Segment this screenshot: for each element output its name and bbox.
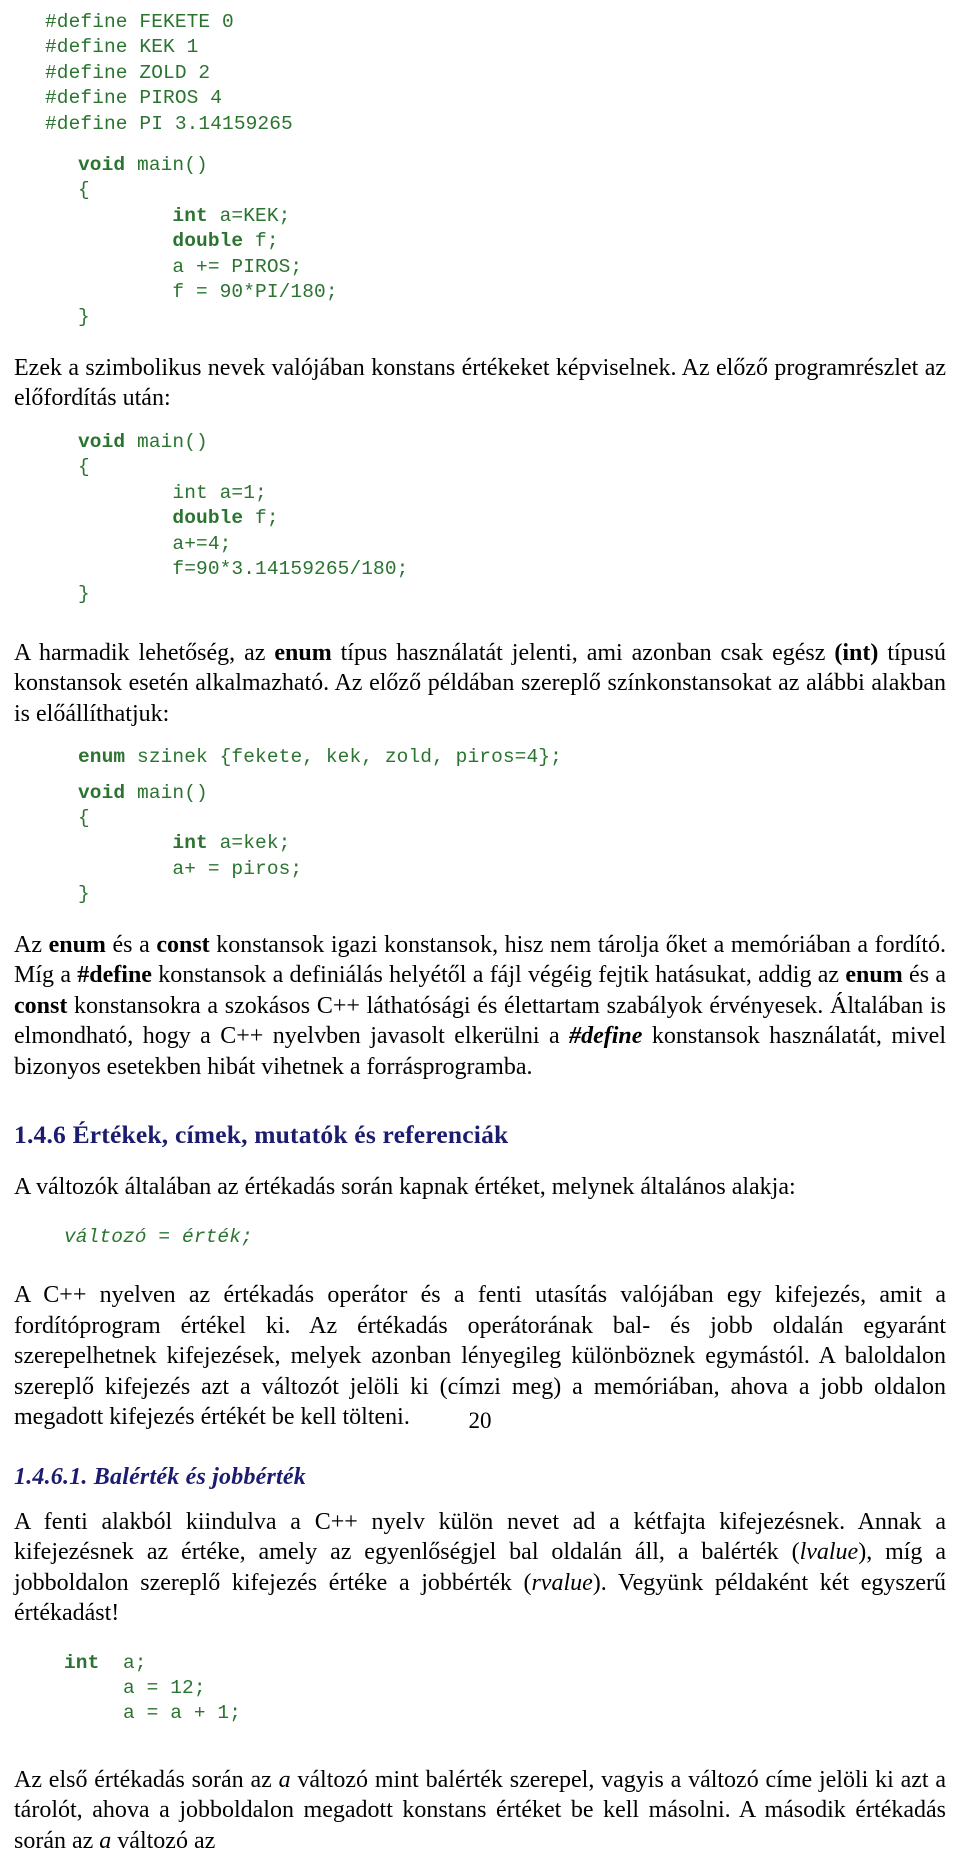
p2-bold-int: (int) bbox=[834, 639, 879, 666]
p7-part-1: Az első értékadás során az bbox=[14, 1766, 279, 1793]
paragraph-enum-intro: A harmadik lehetőség, az enum típus hasz… bbox=[14, 638, 946, 730]
spacer-top bbox=[14, 0, 946, 10]
keyword-void: void bbox=[78, 154, 126, 177]
code-define-line-1: #define FEKETE 0 bbox=[45, 11, 234, 33]
spacer-after-code-4 bbox=[14, 1250, 946, 1280]
p3-bolditalic-define: #define bbox=[569, 1023, 643, 1050]
paragraph-enum-const-define: Az enum és a const konstansok igazi kons… bbox=[14, 930, 946, 1083]
keyword-enum: enum bbox=[78, 746, 126, 769]
keyword-void-3: void bbox=[78, 781, 126, 804]
p7-italic-a-2: a bbox=[99, 1827, 112, 1854]
spacer-before-heading-1 bbox=[14, 1082, 946, 1120]
keyword-double: double bbox=[172, 230, 244, 253]
p3-bold-const-2: const bbox=[14, 992, 68, 1019]
page-content: #define FEKETE 0 #define KEK 1 #define Z… bbox=[14, 0, 946, 1856]
paragraph-assignment-intro: A változók általában az értékadás során … bbox=[14, 1174, 796, 1201]
spacer-after-heading-2 bbox=[14, 1491, 946, 1507]
p3-part-1: Az bbox=[14, 931, 49, 958]
spacer-after-heading-1 bbox=[14, 1150, 946, 1172]
p3-part-4: konstansok a definiálás helyétől a fájl … bbox=[151, 962, 846, 989]
code-block-lvalue-example: int a; a = 12; a = a + 1; bbox=[64, 1651, 242, 1725]
p2-bold-enum: enum bbox=[274, 639, 332, 666]
code-block-enum-decl: enum szinek {fekete, kek, zold, piros=4}… bbox=[78, 746, 562, 769]
spacer-after-code-2 bbox=[14, 608, 946, 638]
paragraph-symbolic-names: Ezek a szimbolikus nevek valójában konst… bbox=[14, 354, 946, 412]
code-block-assignment-form: változó = érték; bbox=[64, 1225, 253, 1248]
subsection-heading-1-4-6-1: 1.4.6.1. Balérték és jobbérték bbox=[14, 1463, 306, 1490]
code-define-line-5: #define PI 3.14159265 bbox=[45, 112, 293, 135]
keyword-double-2: double bbox=[172, 507, 244, 530]
section-heading-1-4-6: 1.4.6 Értékek, címek, mutatók és referen… bbox=[14, 1120, 509, 1150]
spacer-after-defines bbox=[14, 137, 946, 153]
p6-italic-rvalue: rvalue bbox=[531, 1569, 593, 1596]
p3-bold-define: #define bbox=[77, 962, 152, 989]
spacer-after-code-3 bbox=[14, 908, 946, 930]
paragraph-first-assignment: Az első értékadás során az a változó min… bbox=[14, 1765, 946, 1856]
code-block-main-2: void main() { int a=1; double f; a+=4; f… bbox=[78, 430, 409, 606]
keyword-int: int bbox=[172, 204, 208, 227]
p3-bold-const-1: const bbox=[156, 931, 210, 958]
spacer-before-heading-2 bbox=[14, 1433, 946, 1463]
spacer-before-code-2 bbox=[14, 414, 946, 430]
p7-part-3: változó az bbox=[111, 1827, 216, 1854]
spacer-before-code-4 bbox=[14, 1203, 946, 1225]
p2-part-1: A harmadik lehetőség, az bbox=[14, 639, 275, 666]
spacer-in-code-3 bbox=[14, 771, 946, 781]
p2-part-2: típus használatát jelenti, ami azonban c… bbox=[331, 639, 835, 666]
p7-italic-a-1: a bbox=[278, 1766, 291, 1793]
page-number: 20 bbox=[468, 1408, 492, 1433]
spacer-before-code-5 bbox=[14, 1629, 946, 1651]
keyword-void-2: void bbox=[78, 430, 126, 453]
p3-bold-enum-2: enum bbox=[845, 962, 903, 989]
code-block-main-1: void main() { int a=KEK; double f; a += … bbox=[78, 154, 338, 329]
spacer-before-code-3 bbox=[14, 729, 946, 745]
p3-part-5: és a bbox=[902, 962, 946, 989]
code-block-defines: #define FEKETE 0 #define KEK 1 #define Z… bbox=[14, 10, 946, 137]
keyword-int-3: int bbox=[172, 832, 208, 855]
document-page: #define FEKETE 0 #define KEK 1 #define Z… bbox=[0, 0, 960, 1854]
paragraph-lvalue-rvalue: A fenti alakból kiindulva a C++ nyelv kü… bbox=[14, 1507, 946, 1629]
code-define-line-4: #define PIROS 4 bbox=[45, 87, 223, 110]
code-define-line-3: #define ZOLD 2 bbox=[45, 61, 211, 84]
code-define-line-2: #define KEK 1 bbox=[45, 36, 199, 59]
code-block-main-3: void main() { int a=kek; a+ = piros; } bbox=[78, 781, 303, 906]
p3-part-2: és a bbox=[105, 931, 157, 958]
spacer-after-main-1 bbox=[14, 331, 946, 353]
keyword-int-5: int bbox=[64, 1651, 100, 1674]
spacer-after-code-5 bbox=[14, 1727, 946, 1765]
p6-italic-lvalue: lvalue bbox=[799, 1539, 859, 1566]
p3-bold-enum-1: enum bbox=[48, 931, 106, 958]
